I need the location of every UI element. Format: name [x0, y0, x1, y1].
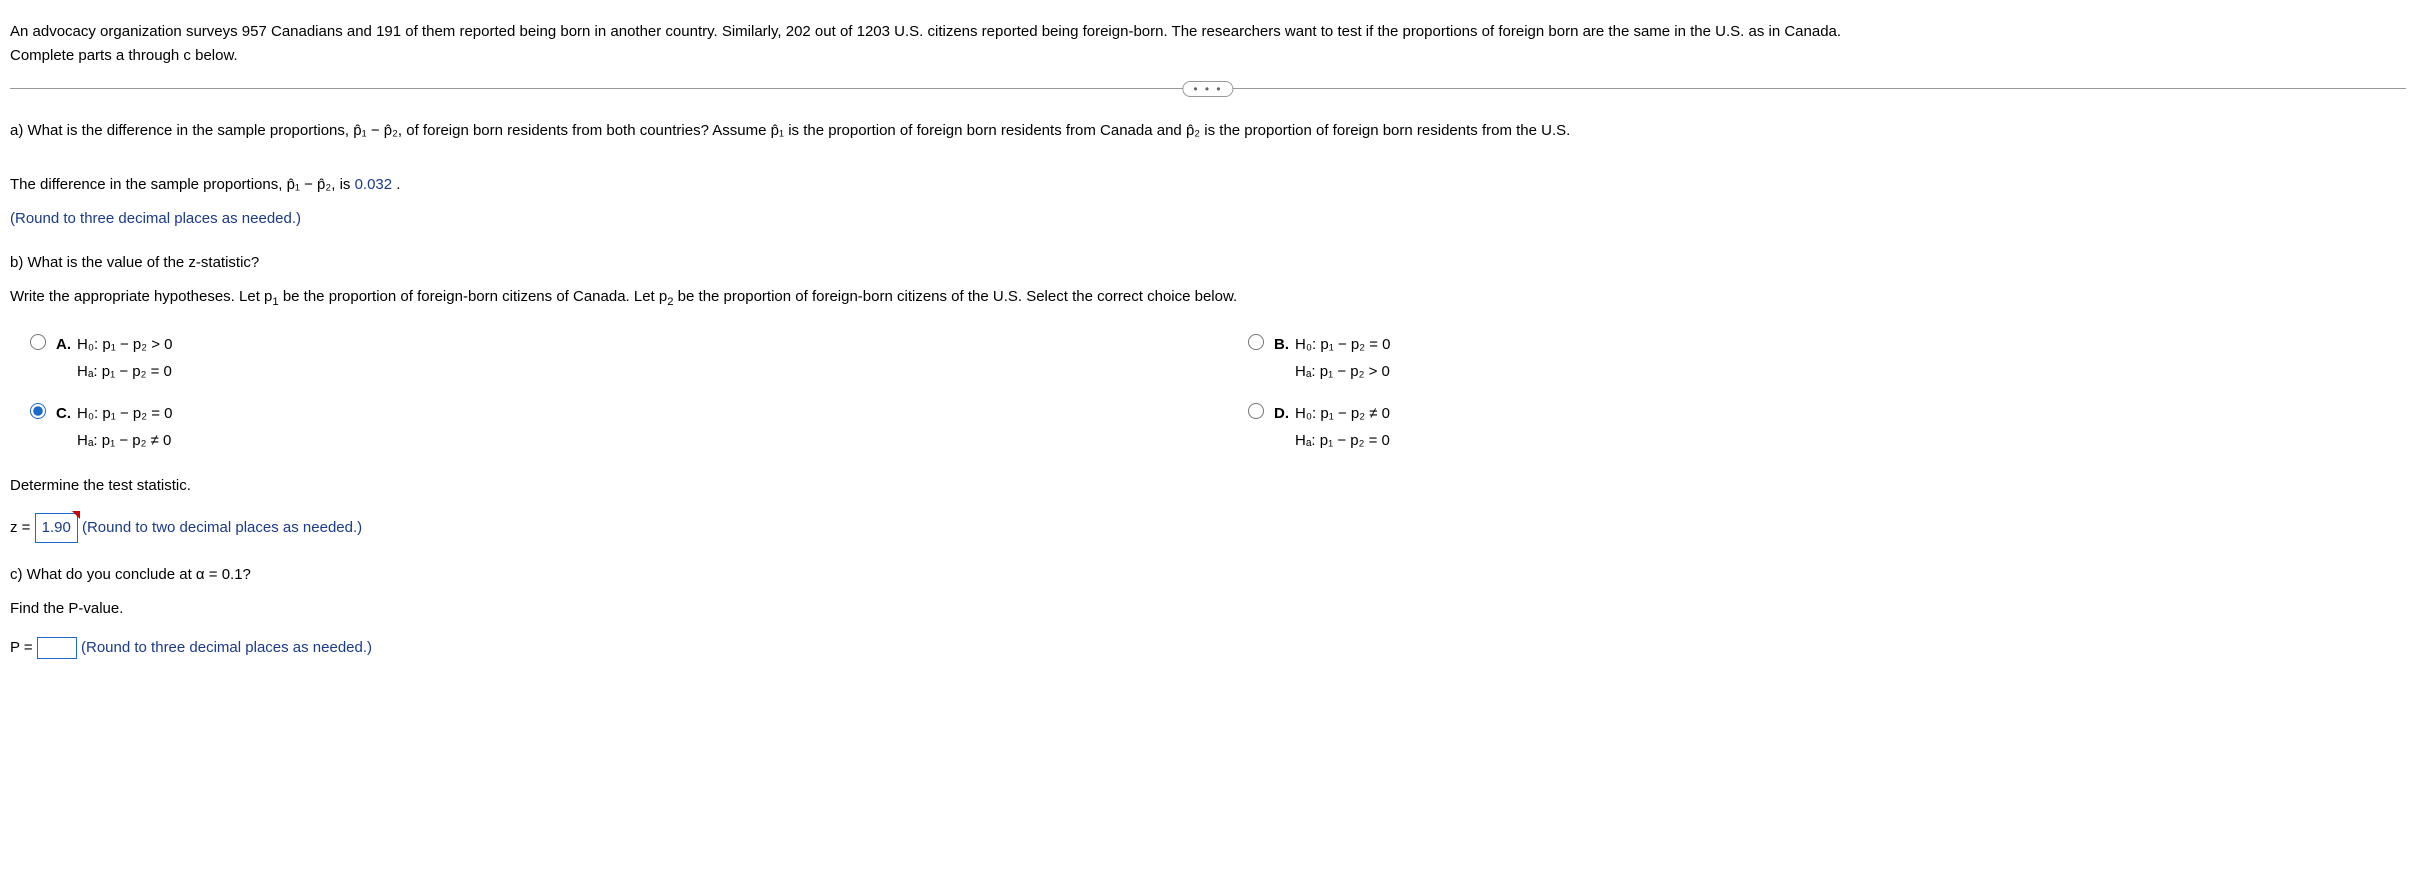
part-a-answer: The difference in the sample proportions… [10, 173, 2406, 197]
option-a[interactable]: A.H₀: p₁ − p₂ > 0 A.Hₐ: p₁ − p₂ = 0 [30, 331, 1188, 385]
radio-b[interactable] [1248, 334, 1264, 350]
p-note: (Round to three decimal places as needed… [77, 639, 372, 656]
part-b: b) What is the value of the z-statistic?… [10, 251, 2406, 543]
text: is the proportion of foreign born reside… [784, 122, 1186, 139]
part-a-answer-value: 0.032 [355, 176, 393, 193]
text: . [392, 176, 400, 193]
z-note: (Round to two decimal places as needed.) [78, 519, 362, 536]
option-d-text: D.H₀: p₁ − p₂ ≠ 0 D.Hₐ: p₁ − p₂ = 0 [1274, 400, 1390, 454]
expand-button[interactable]: • • • [1182, 81, 1233, 97]
text: Write the appropriate hypotheses. Let p [10, 288, 272, 305]
ha: Hₐ: p₁ − p₂ = 0 [77, 363, 172, 380]
text: , of foreign born residents from both co… [398, 122, 771, 139]
radio-d[interactable] [1248, 403, 1264, 419]
text: The difference in the sample proportions… [10, 176, 287, 193]
p-line: P = (Round to three decimal places as ne… [10, 636, 2406, 660]
text: is the proportion of foreign born reside… [1200, 122, 1570, 139]
h0: H₀: p₁ − p₂ = 0 [1295, 336, 1391, 353]
intro-line2: Complete parts a through c below. [10, 44, 2406, 68]
z-input[interactable]: 1.90 [35, 513, 78, 543]
phat-diff: p̂₁ − p̂₂ [353, 122, 398, 139]
part-b-heading: b) What is the value of the z-statistic? [10, 251, 2406, 275]
ha: Hₐ: p₁ − p₂ > 0 [1295, 363, 1390, 380]
part-a: a) What is the difference in the sample … [10, 119, 2406, 231]
p-label: P = [10, 639, 37, 656]
option-d[interactable]: D.H₀: p₁ − p₂ ≠ 0 D.Hₐ: p₁ − p₂ = 0 [1248, 400, 2406, 454]
option-c-text: C.H₀: p₁ − p₂ = 0 C.Hₐ: p₁ − p₂ ≠ 0 [56, 400, 173, 454]
text: , is [331, 176, 354, 193]
option-label: A. [56, 336, 71, 353]
text: a) What is the difference in the sample … [10, 122, 353, 139]
ha: Hₐ: p₁ − p₂ ≠ 0 [77, 432, 171, 449]
option-label: D. [1274, 405, 1289, 422]
radio-a[interactable] [30, 334, 46, 350]
z-label: z = [10, 519, 35, 536]
z-line: z = 1.90 (Round to two decimal places as… [10, 513, 2406, 543]
phat2: p̂₂ [1186, 122, 1200, 139]
h0: H₀: p₁ − p₂ ≠ 0 [1295, 405, 1390, 422]
option-b[interactable]: B.H₀: p₁ − p₂ = 0 B.Hₐ: p₁ − p₂ > 0 [1248, 331, 2406, 385]
divider-row: • • • [10, 88, 2406, 89]
part-c-heading: c) What do you conclude at α = 0.1? [10, 563, 2406, 587]
determine-text: Determine the test statistic. [10, 474, 2406, 498]
option-a-text: A.H₀: p₁ − p₂ > 0 A.Hₐ: p₁ − p₂ = 0 [56, 331, 173, 385]
options-grid: A.H₀: p₁ − p₂ > 0 A.Hₐ: p₁ − p₂ = 0 B.H₀… [30, 331, 2406, 454]
p-input[interactable] [37, 637, 77, 659]
part-a-round-note: (Round to three decimal places as needed… [10, 207, 2406, 231]
h0: H₀: p₁ − p₂ > 0 [77, 336, 173, 353]
find-p-text: Find the P-value. [10, 597, 2406, 621]
option-c[interactable]: C.H₀: p₁ − p₂ = 0 C.Hₐ: p₁ − p₂ ≠ 0 [30, 400, 1188, 454]
ha: Hₐ: p₁ − p₂ = 0 [1295, 432, 1390, 449]
intro-line1: An advocacy organization surveys 957 Can… [10, 20, 2406, 44]
part-c: c) What do you conclude at α = 0.1? Find… [10, 563, 2406, 660]
radio-c[interactable] [30, 403, 46, 419]
h0: H₀: p₁ − p₂ = 0 [77, 405, 173, 422]
phat-diff: p̂₁ − p̂₂ [287, 176, 332, 193]
question-intro: An advocacy organization surveys 957 Can… [10, 20, 2406, 68]
text: be the proportion of foreign-born citize… [279, 288, 668, 305]
phat1: p̂₁ [771, 122, 784, 139]
option-label: B. [1274, 336, 1289, 353]
hypothesis-prompt: Write the appropriate hypotheses. Let p1… [10, 285, 2406, 311]
part-a-prompt: a) What is the difference in the sample … [10, 119, 2406, 143]
text: be the proportion of foreign-born citize… [674, 288, 1238, 305]
option-b-text: B.H₀: p₁ − p₂ = 0 B.Hₐ: p₁ − p₂ > 0 [1274, 331, 1391, 385]
option-label: C. [56, 405, 71, 422]
